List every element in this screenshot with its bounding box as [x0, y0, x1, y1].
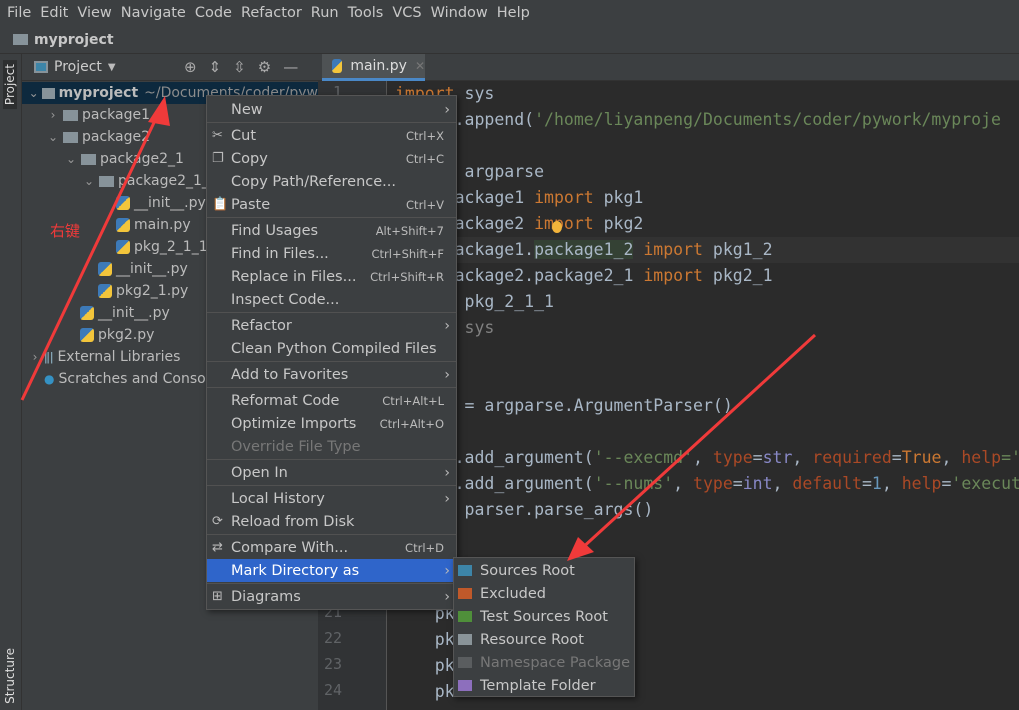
arrow-to-sources-root [578, 333, 817, 552]
arrow-to-project [20, 109, 162, 401]
arrowhead-icon [148, 96, 170, 126]
annotation-arrows [20, 96, 817, 561]
